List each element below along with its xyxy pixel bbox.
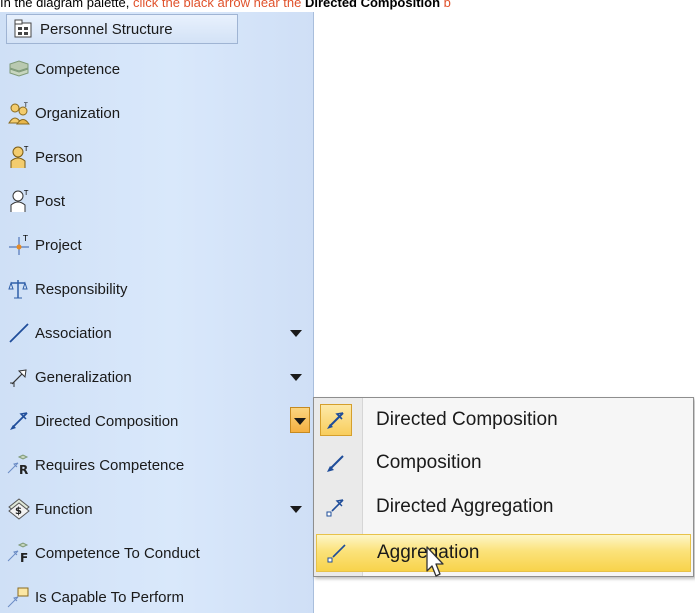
post-icon: T [6,188,32,214]
palette-item-post[interactable]: T Post [6,184,310,218]
mouse-cursor-icon [423,545,447,584]
palette-item-label: Is Capable To Perform [35,588,184,606]
palette-item-function[interactable]: $ Function [6,492,310,526]
menu-item-composition[interactable]: Composition [316,444,691,482]
instruction-text: In the diagram palette, click the black … [0,0,695,11]
palette-item-responsibility[interactable]: Responsibility [6,272,310,306]
palette-item-project[interactable]: T Project [6,228,310,262]
palette-item-label: Person [35,148,83,166]
menu-item-directed-aggregation[interactable]: Directed Aggregation [316,488,691,526]
palette-item-label: Responsibility [35,280,128,298]
directed-composition-icon [6,408,32,434]
svg-text:T: T [23,145,29,153]
competence-icon [6,56,32,82]
instruction-part-2: click the black arrow near the [132,0,302,10]
function-dropdown-arrow[interactable] [290,506,302,513]
palette-item-directed-composition[interactable]: Directed Composition [6,404,310,438]
instruction-part-3: Directed Composition [304,0,441,10]
requires-competence-icon: R [6,452,32,478]
palette-item-generalization[interactable]: Generalization [6,360,310,394]
directed-composition-dropdown-arrow[interactable] [290,407,310,433]
palette-item-competence-to-conduct[interactable]: F Competence To Conduct [6,536,310,570]
package-icon [10,16,36,42]
diagram-palette: Personnel Structure Competence T Organiz… [0,12,314,613]
instruction-part-4: b [443,0,451,10]
organization-icon: T [6,100,32,126]
association-dropdown-arrow[interactable] [290,330,302,337]
svg-text:T: T [23,189,29,197]
menu-item-directed-composition[interactable]: Directed Composition [316,401,691,439]
palette-item-label: Association [35,324,112,342]
palette-item-label: Competence To Conduct [35,544,200,562]
palette-group-label: Personnel Structure [40,20,173,38]
menu-item-label: Composition [376,452,482,473]
directed-composition-icon [320,404,352,436]
palette-item-competence[interactable]: Competence [6,52,310,86]
svg-text:T: T [23,102,28,109]
menu-item-label: Directed Composition [376,409,558,430]
directed-aggregation-icon [316,488,356,526]
generalization-icon [6,364,32,390]
is-capable-to-perform-icon [6,584,32,610]
svg-text:R: R [19,463,28,477]
palette-item-label: Organization [35,104,121,122]
palette-item-label: Function [35,500,93,518]
instruction-part-1: In the diagram palette, [0,0,130,10]
association-icon [6,320,32,346]
aggregation-icon [317,534,357,572]
svg-text:T: T [22,234,28,243]
svg-text:$: $ [15,506,22,517]
palette-item-label: Generalization [35,368,132,386]
palette-item-label: Directed Composition [35,412,179,430]
menu-item-label: Directed Aggregation [376,496,554,517]
relationship-dropdown-menu: Directed Composition Composition Directe… [313,397,694,577]
generalization-dropdown-arrow[interactable] [290,374,302,381]
palette-item-is-capable-to-perform[interactable]: Is Capable To Perform [6,580,310,614]
palette-item-label: Project [35,236,82,254]
menu-item-aggregation[interactable]: Aggregation [316,534,691,572]
competence-to-conduct-icon: F [6,540,32,566]
palette-item-organization[interactable]: T Organization [6,96,310,130]
palette-item-label: Post [35,192,66,210]
palette-item-requires-competence[interactable]: R Requires Competence [6,448,310,482]
palette-group-header[interactable]: Personnel Structure [6,14,238,44]
palette-item-label: Competence [35,60,121,78]
person-icon: T [6,144,32,170]
svg-text:F: F [20,551,28,565]
palette-item-person[interactable]: T Person [6,140,310,174]
responsibility-icon [6,276,32,302]
function-icon: $ [6,496,32,522]
palette-item-association[interactable]: Association [6,316,310,350]
project-icon: T [6,232,32,258]
composition-icon [316,444,356,482]
palette-item-label: Requires Competence [35,456,185,474]
